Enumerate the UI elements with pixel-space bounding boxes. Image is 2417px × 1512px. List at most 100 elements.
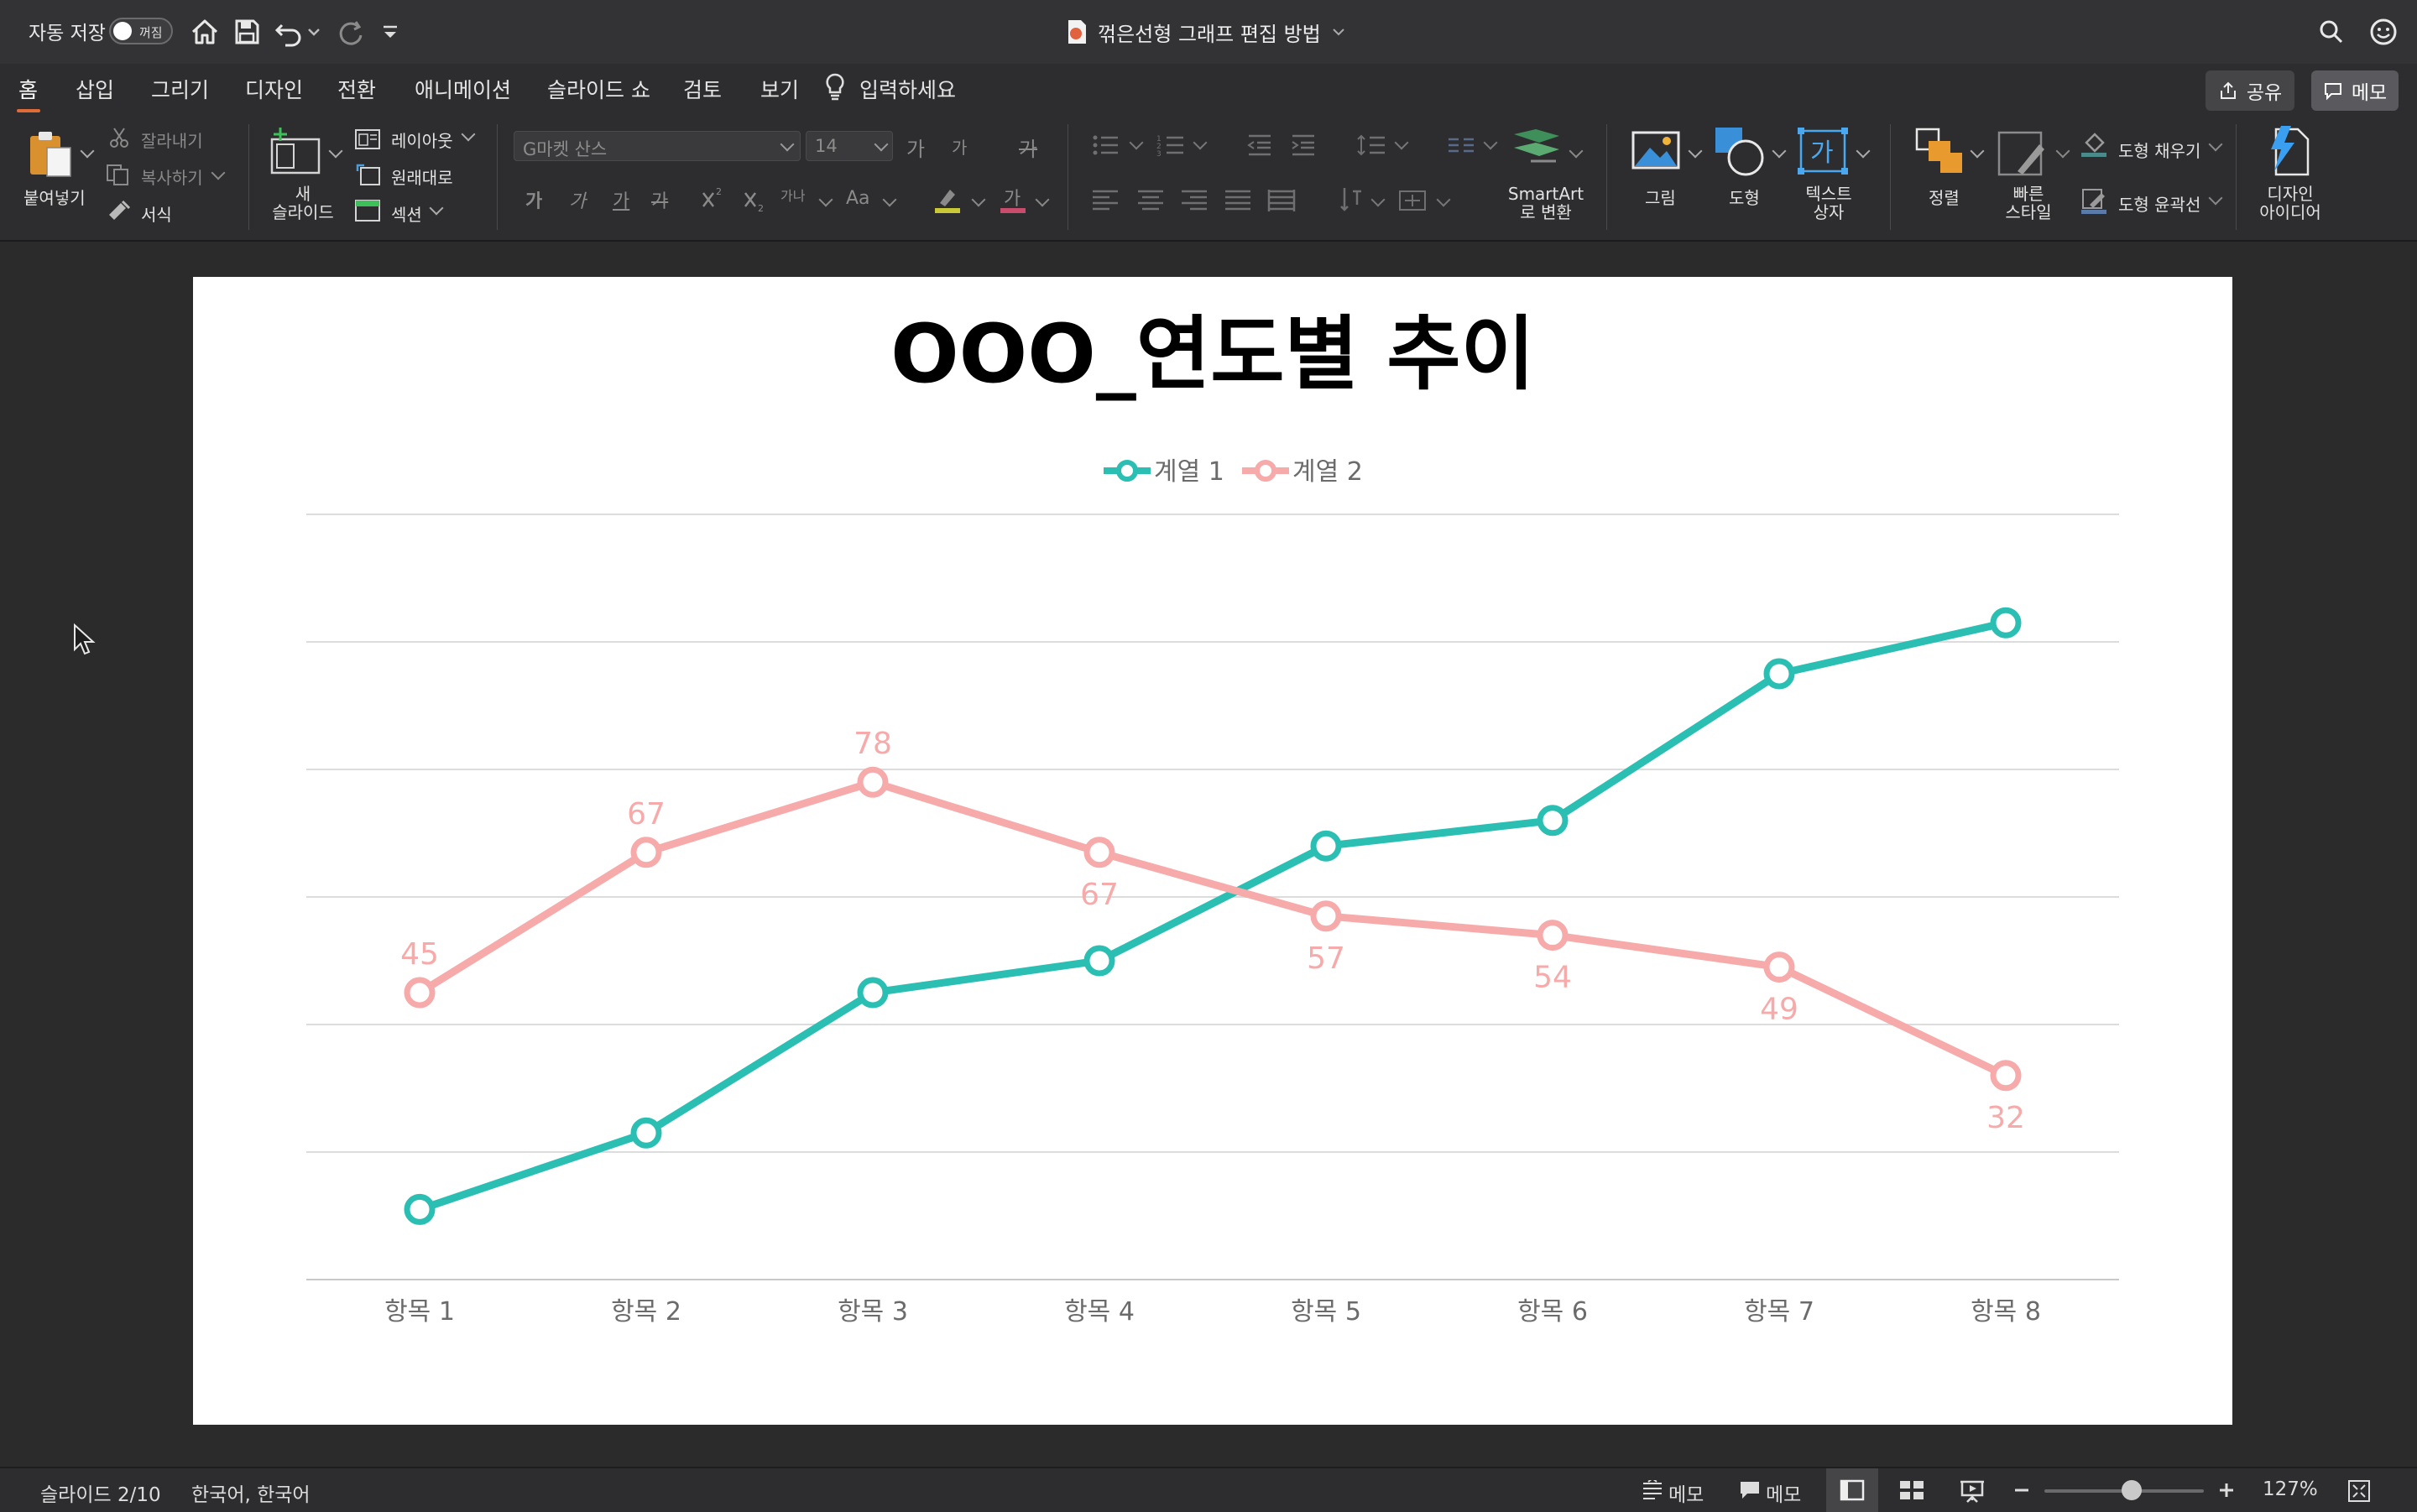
- legend-item[interactable]: 계열 2: [1242, 457, 1363, 487]
- share-button[interactable]: 공유: [2206, 70, 2294, 111]
- tab-insert[interactable]: 삽입: [76, 74, 114, 104]
- data-label[interactable]: 67: [627, 797, 666, 832]
- data-point[interactable]: [1310, 830, 1342, 862]
- shapes-icon[interactable]: [1712, 124, 1767, 178]
- copy-icon[interactable]: [104, 163, 131, 186]
- data-label[interactable]: 45: [400, 937, 439, 972]
- picture-icon[interactable]: [1630, 128, 1684, 175]
- tab-transitions[interactable]: 전환: [337, 74, 376, 104]
- highlight-icon[interactable]: [932, 185, 965, 215]
- notes-icon[interactable]: [1642, 1480, 1663, 1500]
- data-label[interactable]: 54: [1533, 961, 1572, 995]
- justify-icon[interactable]: [1224, 188, 1252, 213]
- notes-button[interactable]: 메모: [1668, 1478, 1704, 1507]
- line-spacing-icon[interactable]: [1356, 133, 1386, 158]
- columns-icon[interactable]: [1447, 134, 1475, 156]
- fit-to-window-icon[interactable]: [2347, 1478, 2372, 1504]
- strikethrough-button[interactable]: 가: [651, 186, 668, 213]
- comments-button[interactable]: 메모: [2311, 70, 2399, 111]
- section-dropdown[interactable]: [429, 201, 444, 216]
- data-point[interactable]: [1763, 952, 1795, 983]
- document-title-area[interactable]: 꺾은선형 그래프 편집 방법: [1066, 13, 1346, 50]
- data-label[interactable]: 57: [1307, 941, 1345, 976]
- save-icon[interactable]: [230, 15, 264, 49]
- align-text-dropdown[interactable]: [1436, 192, 1451, 207]
- decrease-indent-icon[interactable]: [1245, 133, 1274, 158]
- change-case-button[interactable]: Aa: [846, 188, 870, 209]
- data-point[interactable]: [404, 1193, 436, 1225]
- tab-animations[interactable]: 애니메이션: [415, 74, 511, 104]
- numbering-icon[interactable]: 1 2 3: [1156, 133, 1187, 158]
- undo-icon[interactable]: [272, 15, 305, 49]
- shape-fill-label[interactable]: 도형 채우기: [2118, 138, 2200, 162]
- zoom-level[interactable]: 127%: [2263, 1478, 2318, 1500]
- data-point[interactable]: [1537, 920, 1569, 952]
- chart-legend[interactable]: 계열 1 계열 2: [1104, 457, 1363, 487]
- comments-status-icon[interactable]: [1739, 1480, 1761, 1500]
- copy-dropdown[interactable]: [211, 165, 226, 180]
- bullets-dropdown[interactable]: [1129, 135, 1144, 150]
- data-label[interactable]: 78: [854, 727, 892, 761]
- feedback-smiley-icon[interactable]: [2367, 15, 2400, 49]
- normal-view-button[interactable]: [1826, 1468, 1878, 1512]
- data-point[interactable]: [1310, 900, 1342, 932]
- tab-draw[interactable]: 그리기: [151, 74, 209, 104]
- series-line[interactable]: [418, 618, 2007, 1213]
- character-spacing-dropdown[interactable]: [818, 192, 833, 207]
- scissors-icon[interactable]: [107, 126, 131, 149]
- comments-status-button[interactable]: 메모: [1766, 1478, 1801, 1507]
- align-left-icon[interactable]: [1091, 188, 1120, 213]
- data-point[interactable]: [404, 977, 436, 1009]
- data-point[interactable]: [857, 977, 889, 1009]
- redo-icon[interactable]: [334, 15, 368, 49]
- data-label[interactable]: 49: [1760, 993, 1798, 1027]
- font-shrink-button[interactable]: 가: [952, 134, 967, 159]
- paint-bucket-icon[interactable]: [2080, 129, 2108, 158]
- pen-outline-icon[interactable]: [2080, 186, 2108, 215]
- tab-slideshow[interactable]: 슬라이드 쇼: [547, 74, 650, 104]
- new-slide-dropdown[interactable]: [328, 143, 343, 159]
- tab-view[interactable]: 보기: [760, 74, 799, 104]
- shapes-dropdown[interactable]: [1772, 143, 1787, 159]
- smartart-dropdown[interactable]: [1569, 143, 1584, 159]
- slide-sorter-icon[interactable]: [1898, 1478, 1925, 1502]
- subscript-icon[interactable]: 2: [742, 188, 767, 213]
- zoom-slider-thumb[interactable]: [2122, 1480, 2142, 1500]
- smartart-icon[interactable]: [1511, 126, 1563, 173]
- increase-indent-icon[interactable]: [1289, 133, 1318, 158]
- paste-dropdown[interactable]: [80, 143, 95, 159]
- customize-toolbar-icon[interactable]: [378, 15, 403, 49]
- series-2[interactable]: 45 67 78 67 57 54 49 32: [400, 727, 2025, 1135]
- numbering-dropdown[interactable]: [1193, 135, 1208, 150]
- textbox-dropdown[interactable]: [1856, 143, 1871, 159]
- data-point[interactable]: [1990, 607, 2022, 639]
- align-right-icon[interactable]: [1180, 188, 1208, 213]
- copy-label[interactable]: 복사하기: [141, 164, 203, 189]
- distributed-align-icon[interactable]: [1267, 188, 1296, 213]
- reset-slide-icon[interactable]: [354, 163, 381, 186]
- data-point[interactable]: [1537, 805, 1569, 837]
- quick-styles-dropdown[interactable]: [2055, 143, 2070, 159]
- arrange-icon[interactable]: [1913, 126, 1965, 176]
- legend-item[interactable]: 계열 1: [1104, 457, 1224, 487]
- shape-outline-label[interactable]: 도형 윤곽선: [2118, 191, 2200, 216]
- text-direction-dropdown[interactable]: [1370, 192, 1386, 207]
- tab-design[interactable]: 디자인: [245, 74, 303, 104]
- slideshow-icon[interactable]: [1959, 1478, 1986, 1504]
- reset-label[interactable]: 원래대로: [391, 164, 453, 189]
- shape-outline-dropdown[interactable]: [2208, 190, 2223, 206]
- data-point[interactable]: [630, 1117, 662, 1149]
- new-slide-icon[interactable]: [267, 126, 324, 178]
- autosave-toggle[interactable]: 꺼짐: [109, 18, 173, 44]
- data-point[interactable]: [630, 837, 662, 868]
- arrange-dropdown[interactable]: [1970, 143, 1985, 159]
- section-icon[interactable]: [354, 198, 381, 222]
- line-spacing-dropdown[interactable]: [1394, 135, 1409, 150]
- line-chart[interactable]: OOO_연도별 추이 계열 1 계열 2 항목 1 항목 2 항목 3 항목 4 항목 5…: [193, 277, 2232, 1425]
- align-center-icon[interactable]: [1136, 188, 1165, 213]
- data-label[interactable]: 32: [1986, 1101, 2025, 1135]
- format-painter-icon[interactable]: [106, 198, 133, 222]
- tab-home[interactable]: 홈: [18, 74, 38, 104]
- designer-icon[interactable]: [2263, 124, 2313, 178]
- clear-formatting-button[interactable]: 가: [1019, 133, 1037, 162]
